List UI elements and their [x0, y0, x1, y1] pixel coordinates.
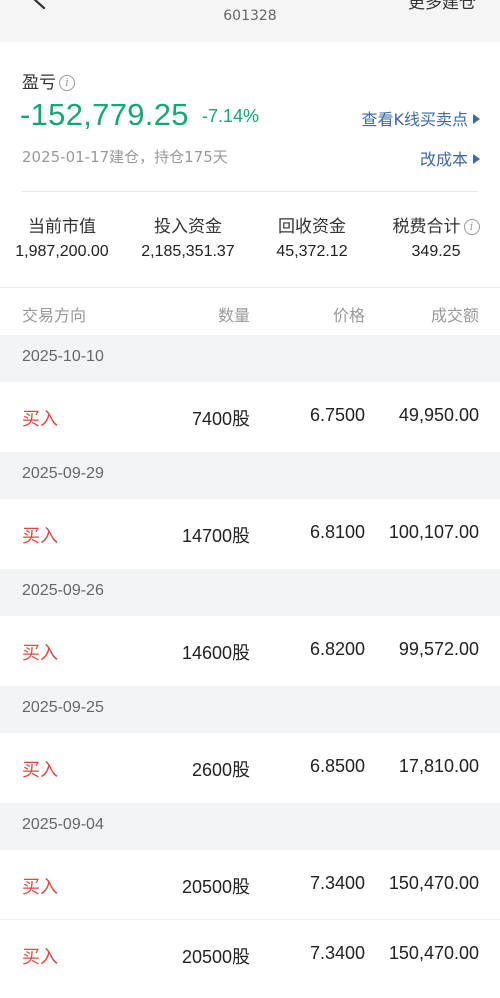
trade-price: 7.3400 — [309, 943, 365, 963]
trade-quantity: 2600股 — [191, 760, 250, 780]
position-info: 2025-01-17建仓，持仓175天 — [22, 148, 228, 166]
trade-price: 6.7500 — [309, 405, 365, 425]
more-positions-button[interactable]: 更多建仓 — [408, 0, 476, 13]
trade-amount: 17,810.00 — [398, 756, 479, 776]
trade-amount: 99,572.00 — [398, 639, 479, 659]
pnl-label-row: 盈亏 i — [22, 68, 75, 93]
trade-table-header: 交易方向 数量 价格 成交额 — [0, 288, 500, 335]
stat-value: 349.25 — [411, 243, 461, 260]
trade-date: 2025-09-25 — [22, 699, 104, 716]
trade-amount: 49,950.00 — [398, 405, 479, 425]
trade-price: 6.8500 — [309, 756, 365, 776]
trade-price: 7.3400 — [309, 873, 365, 893]
date-group-header: 2025-09-04 — [0, 803, 500, 850]
trade-row[interactable]: 买入 14600股 6.8200 99,572.00 — [0, 616, 500, 686]
stat-label: 回收资金 — [278, 217, 346, 237]
pnl-label: 盈亏 — [22, 73, 56, 93]
date-group-header: 2025-09-29 — [0, 452, 500, 499]
trade-price: 6.8200 — [309, 639, 365, 659]
divider — [22, 191, 478, 192]
trade-amount: 100,107.00 — [388, 522, 479, 542]
trade-direction: 买入 — [22, 643, 58, 664]
trade-row[interactable]: 买入 7400股 6.7500 49,950.00 — [0, 382, 500, 452]
header-amount: 成交额 — [430, 306, 479, 325]
stat-value: 45,372.12 — [276, 243, 348, 260]
view-kline-label: 查看K线买卖点 — [361, 110, 469, 129]
position-summary: 盈亏 i -152,779.25 -7.14% 查看K线买卖点 2025-01-1… — [0, 42, 500, 287]
trade-row[interactable]: 买入 2600股 6.8500 17,810.00 — [0, 733, 500, 803]
header-direction: 交易方向 — [22, 306, 87, 325]
stat-label: 税费合计 — [392, 217, 461, 237]
trade-date: 2025-09-26 — [22, 582, 104, 599]
trade-direction: 买入 — [22, 409, 58, 430]
trade-row[interactable]: 买入 20500股 7.3400 150,470.00 — [0, 850, 500, 920]
trade-quantity: 14700股 — [181, 526, 250, 546]
trade-row[interactable]: 买入 14700股 6.8100 100,107.00 — [0, 499, 500, 569]
change-cost-link[interactable]: 改成本 — [420, 146, 480, 170]
stat-value: 1,987,200.00 — [15, 243, 109, 260]
info-icon[interactable]: i — [59, 74, 75, 91]
trade-quantity: 14600股 — [181, 643, 250, 663]
stat-label: 当前市值 — [28, 217, 96, 237]
header-price: 价格 — [332, 306, 365, 325]
trade-amount: 150,470.00 — [388, 873, 479, 893]
chevron-right-icon — [473, 154, 480, 164]
trade-row[interactable]: 买入 20500股 7.3400 150,470.00 — [0, 920, 500, 990]
top-bar: 601328 更多建仓 — [0, 0, 500, 42]
trade-date: 2025-10-10 — [22, 348, 104, 365]
trade-direction: 买入 — [22, 760, 58, 781]
trade-list: 2025-10-10 买入 7400股 6.7500 49,950.00 202… — [0, 335, 500, 990]
stat-invested: 投入资金 2,185,351.37 — [138, 212, 238, 261]
trade-direction: 买入 — [22, 877, 58, 898]
change-cost-label: 改成本 — [419, 150, 468, 169]
trade-direction: 买入 — [22, 526, 58, 547]
trade-amount: 150,470.00 — [388, 943, 479, 963]
stat-fees: 税费合计 i 349.25 — [384, 212, 488, 261]
trade-date: 2025-09-29 — [22, 465, 104, 482]
trade-date: 2025-09-04 — [22, 816, 104, 833]
trade-price: 6.8100 — [309, 522, 365, 542]
stat-recovered: 回收资金 45,372.12 — [262, 212, 362, 261]
view-kline-link[interactable]: 查看K线买卖点 — [361, 106, 480, 130]
trade-quantity: 7400股 — [191, 409, 250, 429]
stat-value: 2,185,351.37 — [141, 243, 235, 260]
date-group-header: 2025-10-10 — [0, 335, 500, 382]
trade-quantity: 20500股 — [181, 877, 250, 897]
stat-market-value: 当前市值 1,987,200.00 — [12, 212, 112, 261]
date-group-header: 2025-09-25 — [0, 686, 500, 733]
stat-label: 投入资金 — [154, 217, 222, 237]
stat-label-row: 税费合计 i — [384, 212, 488, 237]
chevron-right-icon — [473, 114, 480, 124]
header-quantity: 数量 — [217, 306, 250, 325]
date-group-header: 2025-09-26 — [0, 569, 500, 616]
info-icon[interactable]: i — [463, 218, 480, 235]
pnl-percent: -7.14% — [202, 106, 260, 126]
pnl-value: -152,779.25 — [20, 97, 189, 132]
trade-quantity: 20500股 — [181, 947, 250, 967]
trade-direction: 买入 — [22, 947, 58, 968]
